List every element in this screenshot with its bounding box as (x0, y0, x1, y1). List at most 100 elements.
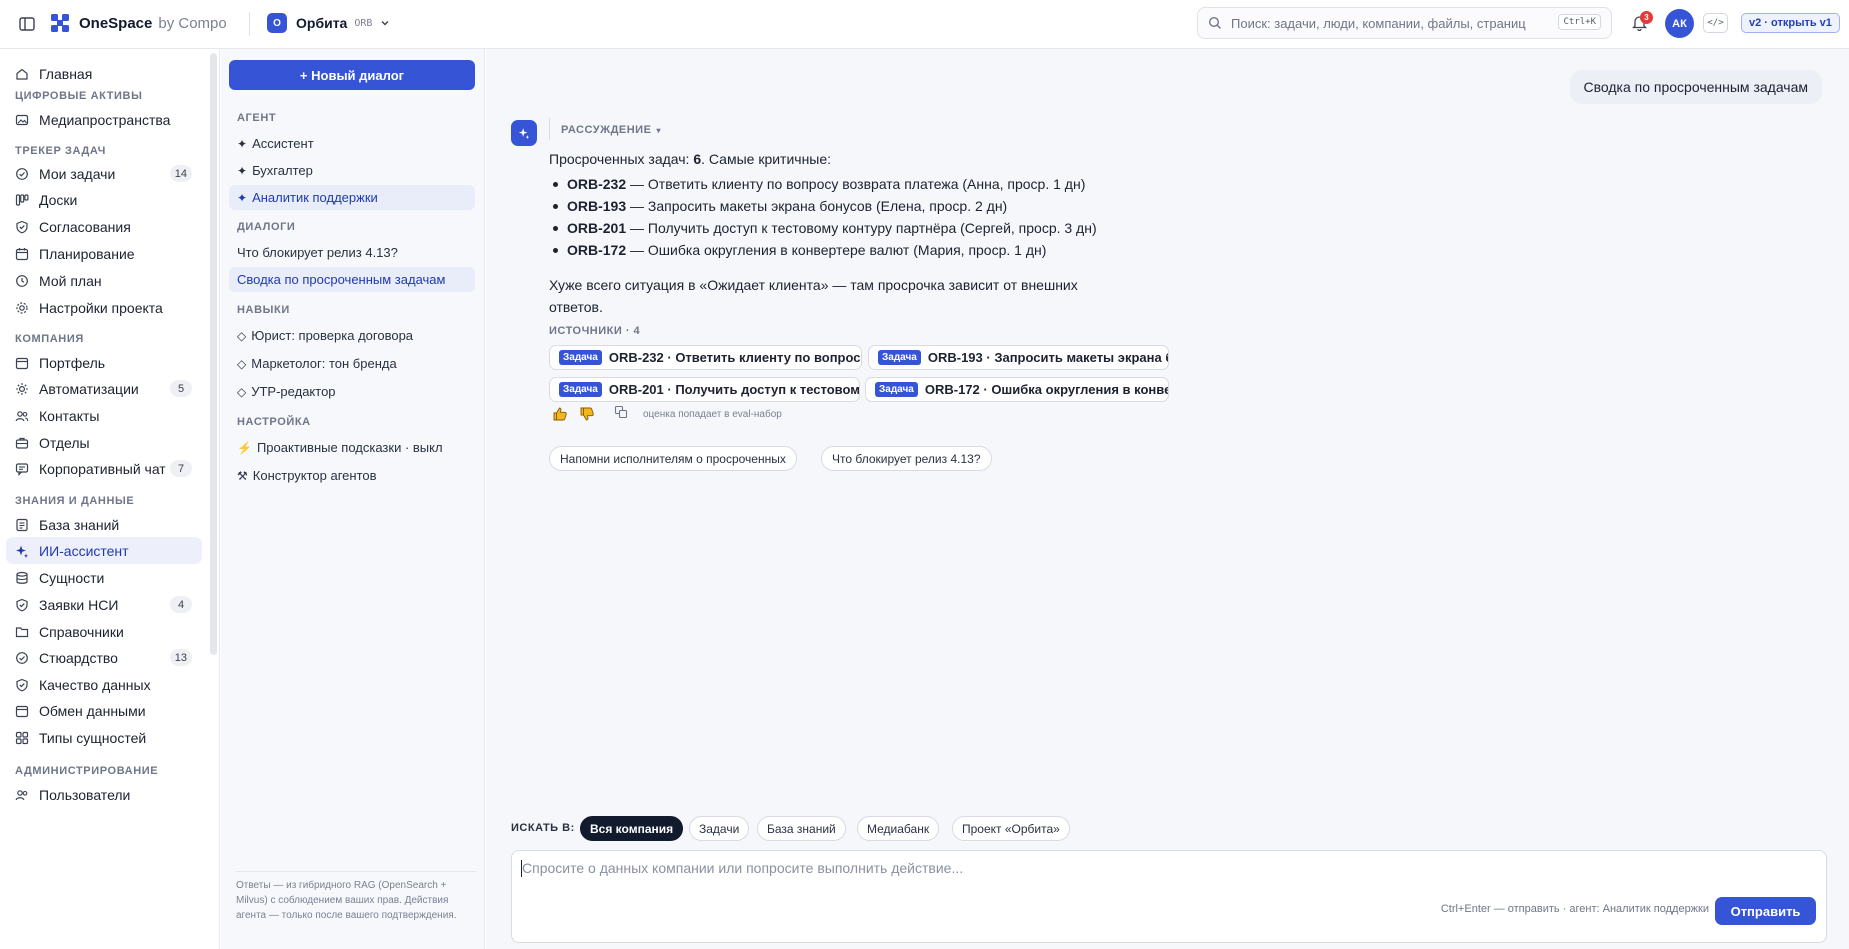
skill-label: Маркетолог: тон бренда (251, 356, 397, 371)
nav-item-boards[interactable]: Доски (6, 186, 202, 213)
sun-icon (15, 382, 29, 396)
nav-label: Корпоративный чат (39, 460, 166, 477)
nav-label: Планирование (39, 245, 135, 262)
suggestion-chip[interactable]: Напомни исполнителям о просроченных (549, 446, 797, 471)
dialog-item-active[interactable]: Сводка по просроченным задачам (229, 267, 475, 292)
source-chip[interactable]: Задача ORB-193 · Запросить макеты экрана… (868, 345, 1169, 370)
source-label: ORB-232 · Ответить клиенту по вопрос (608, 350, 861, 365)
nav-item-approvals[interactable]: Согласования (6, 213, 202, 240)
divider (236, 871, 476, 872)
intro-prefix: Просроченных задач: (549, 151, 694, 167)
top-bar: OneSpace by Compo О Орбита ORB Поиск: за… (0, 0, 1849, 49)
copy-icon[interactable] (614, 405, 628, 419)
shield-check-icon (15, 220, 29, 234)
calendar-icon (15, 704, 29, 718)
nav-item-corp-chat[interactable]: Корпоративный чат 7 (6, 455, 202, 482)
message-input[interactable]: Спросите о данных компании или попросите… (511, 850, 1827, 943)
dev-tools-button[interactable]: </> (1703, 13, 1728, 33)
source-chip[interactable]: Задача ORB-201 · Получить доступ к тесто… (549, 377, 860, 402)
scope-chip[interactable]: Задачи (689, 816, 750, 841)
suggestion-chip[interactable]: Что блокирует релиз 4.13? (821, 446, 992, 471)
nav-item-automations[interactable]: Автоматизации 5 (6, 375, 202, 402)
brand-by: by Compo (158, 14, 227, 32)
scope-chip[interactable]: Медиабанк (857, 816, 940, 841)
nav-item-dicts[interactable]: Справочники (6, 618, 202, 645)
calendar-icon (15, 356, 29, 370)
brand-logo[interactable]: OneSpace by Compo (50, 13, 227, 33)
scope-chip-active[interactable]: Вся компания (580, 816, 684, 841)
nav-item-my-plan[interactable]: Мой план (6, 267, 202, 294)
nav-label: Доски (39, 191, 78, 208)
shield-check-icon (15, 598, 29, 612)
intro-suffix: . Самые критичные: (701, 151, 832, 167)
nav-item-media[interactable]: Медиапространства (6, 106, 202, 133)
nav-item-project-settings[interactable]: Настройки проекта (6, 294, 202, 321)
agent-item-active[interactable]: ✦ Аналитик поддержки (229, 185, 475, 210)
home-icon (15, 67, 29, 81)
image-icon (15, 113, 29, 127)
diamond-icon: ◇ (237, 328, 247, 343)
check-circle-icon (15, 167, 29, 181)
dialog-item[interactable]: Что блокирует релиз 4.13? (229, 240, 475, 265)
reasoning-toggle[interactable]: РАССУЖДЕНИЕ ▾ (561, 124, 661, 136)
diamond-icon: ◇ (237, 384, 247, 399)
sparkle-icon (518, 127, 530, 139)
agent-item[interactable]: ✦ Бухгалтер (229, 158, 475, 183)
nav-item-users[interactable]: Пользователи (6, 781, 202, 808)
nav-item-contacts[interactable]: Контакты (6, 402, 202, 429)
section-skills: НАВЫКИ (237, 304, 290, 316)
overdue-count: 6 (693, 151, 702, 167)
agent-builder-link[interactable]: ⚒ Конструктор агентов (229, 463, 475, 488)
nav-item-exchange[interactable]: Обмен данными (6, 697, 202, 724)
new-dialog-button[interactable]: + Новый диалог (229, 60, 475, 90)
source-chip[interactable]: Задача ORB-232 · Ответить клиенту по воп… (549, 345, 862, 370)
nav-item-departments[interactable]: Отделы (6, 429, 202, 456)
gear-icon (15, 301, 29, 315)
skill-item[interactable]: ◇ УТР-редактор (229, 379, 475, 404)
agent-item[interactable]: ✦ Ассистент (229, 131, 475, 156)
answer-intro: Просроченных задач: 6. Самые критичные: (549, 151, 831, 167)
sidebar-scrollbar[interactable] (210, 53, 217, 655)
nav-item-ai-assistant[interactable]: ИИ-ассистент (6, 537, 202, 564)
source-chip[interactable]: Задача ORB-172 · Ошибка округления в кон… (865, 377, 1169, 402)
version-switch-button[interactable]: v2 · открыть v1 (1741, 13, 1840, 33)
sidebar-toggle-icon[interactable] (18, 15, 36, 33)
global-search-input[interactable]: Поиск: задачи, люди, компании, файлы, ст… (1197, 7, 1612, 39)
scope-chip[interactable]: База знаний (757, 816, 846, 841)
nav-item-stewardship[interactable]: Стюардство 13 (6, 644, 202, 671)
overdue-task-list: ORB-232 — Ответить клиенту по вопросу во… (549, 173, 1097, 261)
count-badge: 4 (170, 596, 192, 613)
source-type-tag: Задача (559, 382, 602, 397)
kanban-icon (15, 193, 29, 207)
nav-item-portfolio[interactable]: Портфель (6, 349, 202, 376)
skill-item[interactable]: ◇ Маркетолог: тон бренда (229, 351, 475, 376)
thumbs-up-icon[interactable] (552, 406, 568, 422)
nav-item-nsi[interactable]: Заявки НСИ 4 (6, 591, 202, 618)
nav-item-my-tasks[interactable]: Мои задачи 14 (6, 160, 202, 187)
proactive-label: Проактивные подсказки · выкл (256, 440, 443, 455)
nav-item-entity-types[interactable]: Типы сущностей (6, 724, 202, 751)
source-label: ORB-193 · Запросить макеты экрана бо (927, 350, 1169, 365)
proactive-hints-toggle[interactable]: ⚡ Проактивные подсказки · выкл (229, 435, 475, 460)
feedback-note: оценка попадает в eval-набор (643, 409, 782, 420)
dialog-label: Что блокирует релиз 4.13? (237, 245, 398, 260)
nav-label: Настройки проекта (39, 299, 163, 316)
scope-chip[interactable]: Проект «Орбита» (952, 816, 1070, 841)
nav-label: Справочники (39, 623, 124, 640)
send-button[interactable]: Отправить (1715, 897, 1816, 925)
count-badge: 5 (170, 380, 192, 397)
sparkle-icon: ✦ (237, 136, 248, 151)
input-placeholder: Спросите о данных компании или попросите… (522, 860, 964, 876)
thumbs-down-icon[interactable] (579, 406, 595, 422)
lightning-icon: ⚡ (237, 440, 252, 455)
avatar[interactable]: АК (1665, 9, 1694, 38)
project-switcher[interactable]: О Орбита ORB (267, 13, 390, 33)
users-icon (15, 409, 29, 423)
nav-item-home[interactable]: Главная (6, 60, 202, 87)
nav-item-entities[interactable]: Сущности (6, 564, 202, 591)
nav-item-quality[interactable]: Качество данных (6, 671, 202, 698)
skill-label: Юрист: проверка договора (251, 328, 414, 343)
nav-item-kb[interactable]: База знаний (6, 511, 202, 538)
nav-item-planning[interactable]: Планирование (6, 240, 202, 267)
skill-item[interactable]: ◇ Юрист: проверка договора (229, 323, 475, 348)
